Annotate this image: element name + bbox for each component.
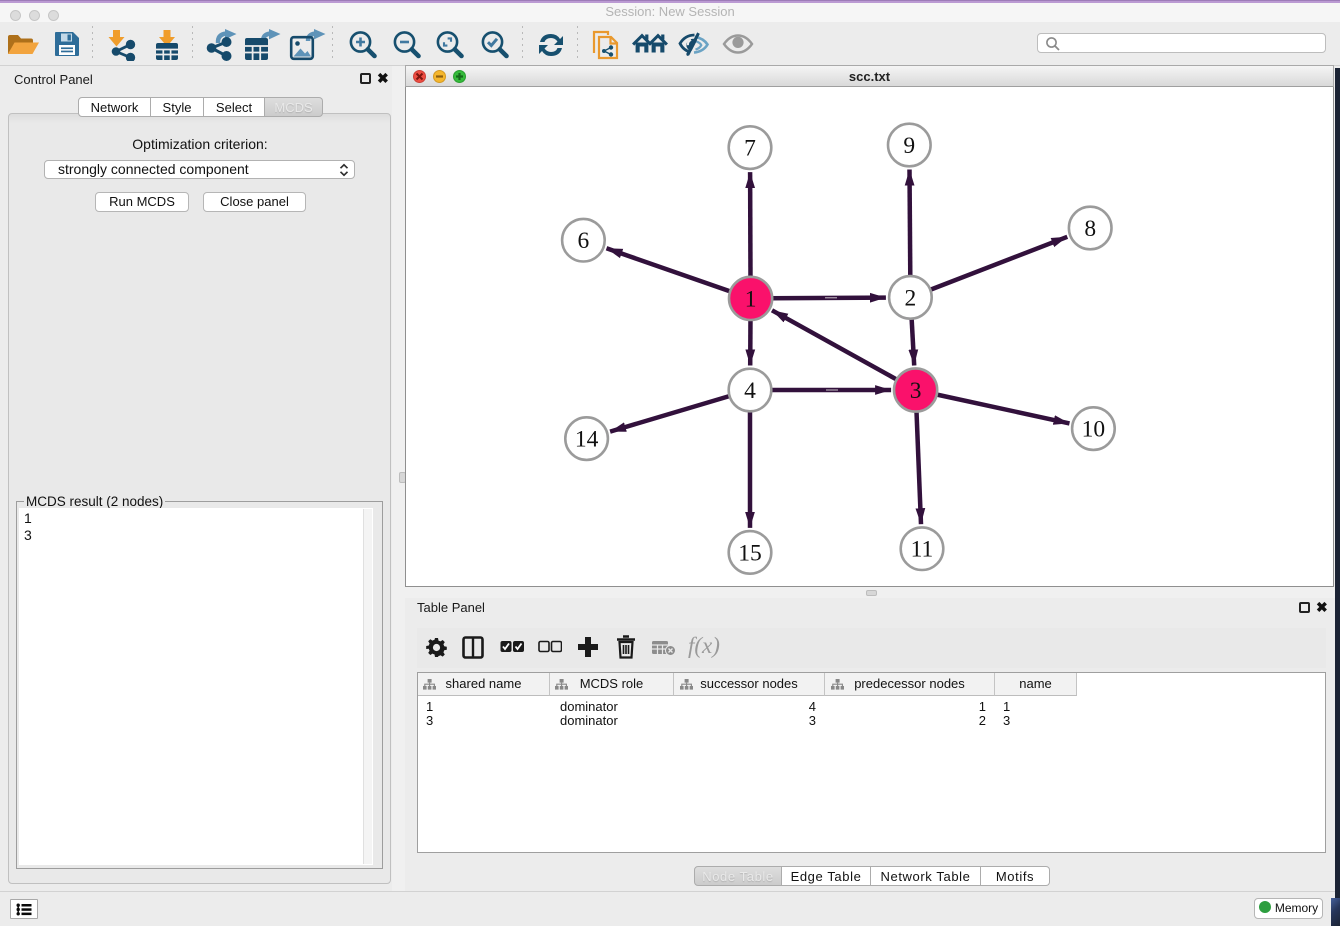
svg-text:11: 11 xyxy=(911,537,934,563)
svg-text:1: 1 xyxy=(745,286,757,312)
svg-text:10: 10 xyxy=(1082,417,1106,443)
svg-text:4: 4 xyxy=(744,378,756,404)
svg-text:6: 6 xyxy=(578,228,590,254)
svg-text:7: 7 xyxy=(744,136,756,162)
svg-text:15: 15 xyxy=(738,540,762,566)
svg-text:3: 3 xyxy=(910,378,922,404)
svg-text:8: 8 xyxy=(1084,216,1096,242)
svg-text:9: 9 xyxy=(903,133,915,159)
svg-text:14: 14 xyxy=(575,427,599,453)
svg-text:2: 2 xyxy=(905,285,917,311)
